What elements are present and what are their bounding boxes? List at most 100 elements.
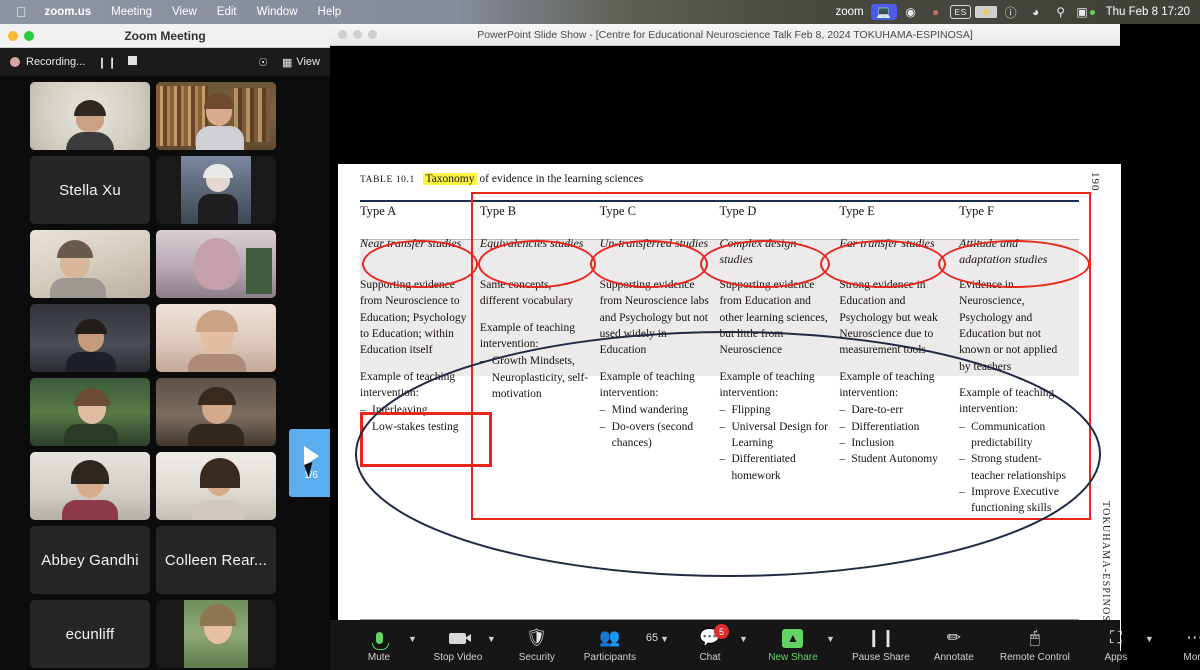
participant-name: ecunliff — [65, 625, 115, 643]
caption-highlight: Taxonomy — [423, 173, 477, 185]
people-icon: 👥 — [599, 628, 621, 647]
more-button[interactable]: ⋯ More — [1168, 627, 1200, 663]
participant-tile[interactable] — [30, 452, 150, 520]
caption-rest: of evidence in the learning sciences — [479, 173, 644, 185]
shield-icon[interactable]: ● — [925, 3, 947, 21]
participant-tile-active-speaker[interactable] — [156, 82, 276, 150]
list-item: Universal Design for Learning — [719, 419, 829, 452]
screen-share-icon[interactable]: 💻 — [870, 4, 897, 20]
participant-name: Stella Xu — [59, 181, 121, 199]
security-button[interactable]: 🛡 Security — [510, 627, 564, 663]
participant-tile[interactable]: Stella Xu — [30, 156, 150, 224]
stop-video-button[interactable]: Stop Video — [431, 627, 485, 663]
apple-logo-icon[interactable]:  — [8, 0, 35, 24]
participant-tile[interactable]: ecunliff — [30, 600, 150, 668]
participant-tile[interactable]: Colleen Rear... — [156, 526, 276, 594]
column-type-label: Type B — [479, 204, 517, 218]
participant-tile[interactable] — [30, 230, 150, 298]
menu-item-zoomus[interactable]: zoom.us — [35, 0, 102, 24]
participant-tile[interactable] — [156, 600, 276, 668]
apps-group[interactable]: ⛶ Apps ▼ — [1089, 627, 1154, 663]
chat-label: Chat — [699, 652, 721, 663]
security-label: Security — [518, 652, 555, 663]
annotation-ellipse-type-b — [478, 240, 596, 288]
annotate-button[interactable]: ✏ Annotate — [927, 627, 981, 663]
remote-control-group[interactable]: 🖱 Remote Control — [995, 627, 1075, 663]
chat-chevron-down-icon[interactable]: ▼ — [739, 634, 748, 644]
macos-menu-bar:  zoom.us Meeting View Edit Window Help … — [0, 0, 1200, 24]
menu-item-edit[interactable]: Edit — [207, 0, 247, 24]
menu-item-meeting[interactable]: Meeting — [101, 0, 162, 24]
new-share-button[interactable]: ▲ New Share — [762, 627, 824, 663]
siri-icon[interactable]: ⓘ — [1000, 3, 1022, 21]
control-center-icon[interactable]: ◉ — [900, 3, 922, 21]
participants-group[interactable]: 👥 Participants 65 ▼ — [578, 627, 669, 663]
participant-tile[interactable] — [156, 156, 276, 224]
author-vertical-text: TOKUHAMA-ESPINOSA — [1100, 501, 1111, 631]
participant-tile[interactable]: Abbey Gandhi — [30, 526, 150, 594]
display-icon[interactable]: ▣ — [1075, 3, 1097, 21]
menubar-clock[interactable]: Thu Feb 8 17:20 — [1100, 6, 1190, 18]
recording-label: Recording... — [26, 56, 86, 68]
pause-share-group[interactable]: ❙❙ Pause Share — [849, 627, 913, 663]
stop-recording-icon[interactable] — [127, 56, 137, 68]
menubar-zoom-label: zoom — [835, 6, 864, 18]
security-group[interactable]: 🛡 Security — [510, 627, 564, 663]
participant-tile[interactable] — [156, 452, 276, 520]
column-description: Evidence in Neuroscience, Psychology and… — [959, 279, 1058, 373]
pause-share-button[interactable]: ❙❙ Pause Share — [849, 627, 913, 663]
video-group[interactable]: Stop Video ▼ — [431, 627, 496, 663]
participant-tile[interactable] — [156, 230, 276, 298]
annotate-label: Annotate — [933, 652, 974, 663]
chat-group[interactable]: 💬 5 Chat ▼ — [683, 624, 748, 663]
menu-item-help[interactable]: Help — [308, 0, 352, 24]
apps-chevron-down-icon[interactable]: ▼ — [1145, 634, 1154, 644]
mute-button[interactable]: Mute — [352, 627, 406, 663]
view-button[interactable]: ▦ View — [282, 56, 320, 69]
column-example-label: Example of teaching intervention: — [959, 386, 1055, 416]
apps-button[interactable]: ⛶ Apps — [1089, 627, 1143, 663]
battery-charging-icon[interactable]: ⚡ — [974, 6, 997, 18]
zoom-window-title: Zoom Meeting — [124, 28, 206, 43]
chat-unread-badge: 5 — [714, 624, 730, 639]
participants-button[interactable]: 👥 Participants — [578, 627, 642, 663]
pencil-icon: ✏ — [946, 628, 961, 647]
input-source-indicator[interactable]: ES — [950, 5, 971, 19]
remote-control-button[interactable]: 🖱 Remote Control — [995, 627, 1075, 663]
ellipsis-icon: ⋯ — [1186, 628, 1200, 647]
column-example-list: Flipping Universal Design for Learning D… — [719, 402, 829, 484]
list-item: Student Autonomy — [839, 451, 949, 468]
participant-tile[interactable] — [30, 304, 150, 372]
list-item: Do-overs (second chances) — [600, 419, 710, 452]
menu-item-window[interactable]: Window — [247, 0, 308, 24]
participants-chevron-down-icon[interactable]: ▼ — [660, 634, 669, 644]
search-icon[interactable]: ⚲ — [1050, 3, 1072, 21]
new-share-chevron-down-icon[interactable]: ▼ — [826, 634, 835, 644]
mute-label: Mute — [367, 652, 391, 663]
participant-tile[interactable] — [156, 378, 276, 446]
mute-group[interactable]: Mute ▼ — [352, 627, 417, 663]
more-group[interactable]: ⋯ More — [1168, 627, 1200, 663]
new-share-group[interactable]: ▲ New Share ▼ — [762, 627, 835, 663]
wifi-icon[interactable]: ◕ — [1025, 3, 1047, 21]
mute-chevron-down-icon[interactable]: ▼ — [408, 634, 417, 644]
list-item: Improve Executive functioning skills — [959, 484, 1069, 517]
zoom-recording-bar: Recording... ❙❙ ☉ ▦ View — [0, 48, 330, 76]
participant-tile[interactable] — [30, 82, 150, 150]
recording-indicator-icon — [10, 57, 20, 67]
lock-icon[interactable]: ☉ — [258, 56, 268, 69]
participant-tile[interactable] — [156, 304, 276, 372]
pause-recording-icon[interactable]: ❙❙ — [97, 56, 117, 69]
column-type-label: Type E — [839, 204, 875, 218]
annotate-group[interactable]: ✏ Annotate — [927, 627, 981, 663]
participant-tile[interactable] — [30, 378, 150, 446]
table-caption: TABLE 10.1 Taxonomy of evidence in the l… — [360, 173, 643, 185]
more-label: More — [1183, 652, 1200, 663]
video-camera-icon — [449, 627, 472, 649]
menu-item-view[interactable]: View — [162, 0, 207, 24]
chat-button[interactable]: 💬 5 Chat — [683, 624, 737, 663]
mouse-icon: 🖱 — [1029, 628, 1040, 647]
screen-root:  zoom.us Meeting View Edit Window Help … — [0, 0, 1200, 670]
slide-show-stage[interactable]: 190 TABLE 10.1 Taxonomy of evidence in t… — [330, 46, 1121, 670]
video-chevron-down-icon[interactable]: ▼ — [487, 634, 496, 644]
